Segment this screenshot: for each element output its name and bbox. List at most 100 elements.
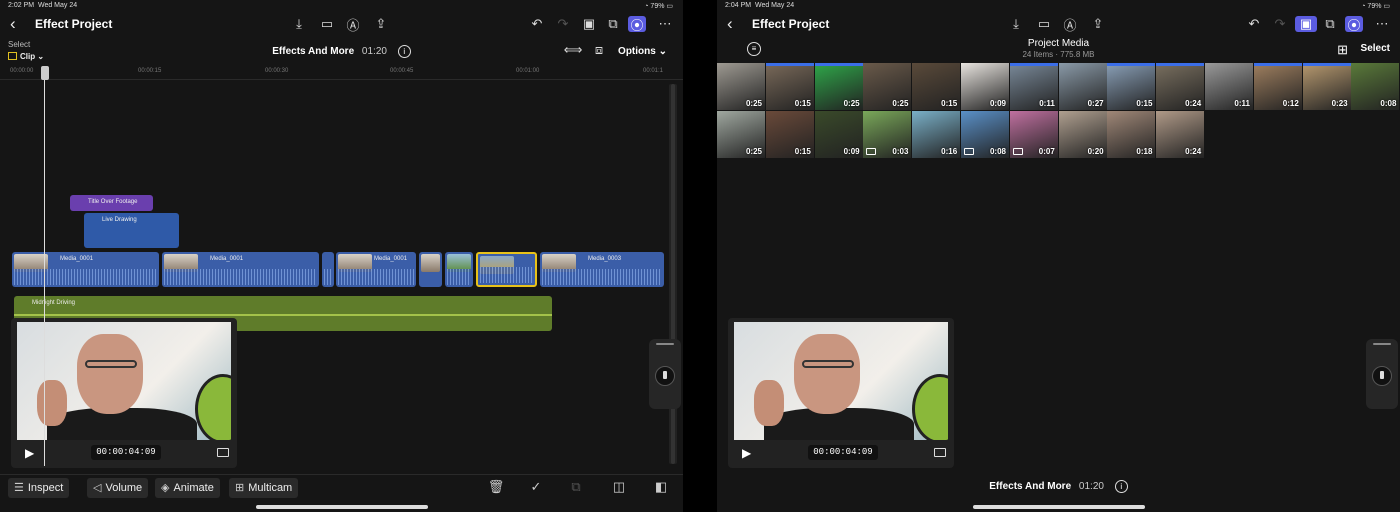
pip-icon[interactable]	[217, 448, 229, 457]
import-icon[interactable]: ⤓	[1007, 16, 1025, 32]
back-chevron-icon[interactable]: ‹	[727, 15, 733, 33]
volume-button[interactable]: ◁ Volume	[87, 478, 149, 498]
media-thumbnail[interactable]: 0:16	[912, 111, 961, 158]
media-thumbnail[interactable]: 0:24	[1156, 63, 1205, 110]
media-thumbnail[interactable]: 0:20	[1058, 111, 1107, 158]
used-in-project-bar	[814, 63, 863, 66]
back-chevron-icon[interactable]: ‹	[10, 15, 16, 33]
ruler-tick: 00:01:00	[516, 68, 540, 74]
media-browser-screen: 2:04 PM Wed May 24 ◔ 79% ▭ ‹ Effect Proj…	[717, 0, 1400, 512]
camera-icon[interactable]: ▭	[1035, 16, 1053, 32]
select-button[interactable]: Select	[1361, 43, 1390, 54]
media-thumbnail[interactable]: 0:08	[1351, 63, 1400, 110]
media-thumbnail[interactable]: 0:08	[961, 111, 1009, 158]
options-button[interactable]: Options ⌄	[618, 46, 667, 57]
redo-icon[interactable]: ↷	[554, 16, 572, 32]
multicam-button[interactable]: ⊞ Multicam	[229, 478, 299, 498]
import-icon[interactable]: ⤓	[290, 16, 308, 32]
video-camera-icon	[866, 148, 877, 155]
split-view-divider	[683, 0, 717, 512]
play-icon[interactable]: ▶	[742, 446, 751, 460]
video-clip[interactable]	[445, 252, 473, 287]
used-in-project-bar	[1009, 63, 1058, 66]
info-icon[interactable]: i	[397, 45, 411, 58]
camera-icon[interactable]: ▭	[318, 16, 336, 32]
zoom-control[interactable]	[1366, 339, 1398, 409]
trim-icon[interactable]: ◧	[652, 479, 670, 495]
media-duration: 0:24	[1185, 147, 1202, 156]
media-thumbnail[interactable]: 0:18	[1107, 111, 1156, 158]
more-icon[interactable]: ⋯	[1373, 16, 1391, 32]
media-thumbnail[interactable]: 0:12	[1253, 63, 1302, 110]
video-clip[interactable]: Media_0001	[336, 252, 416, 287]
undo-icon[interactable]: ↶	[1245, 16, 1263, 32]
checkmark-icon[interactable]: ✓	[527, 479, 545, 495]
media-thumbnail[interactable]: 0:15	[765, 111, 814, 158]
status-time: 2:04 PM Wed May 24	[725, 2, 795, 9]
clip-appearance-icon[interactable]: ⧈	[590, 42, 608, 58]
pip-icon[interactable]	[934, 448, 946, 457]
trash-icon[interactable]: 🗑	[487, 479, 505, 495]
media-thumbnail[interactable]: 0:09	[961, 63, 1009, 110]
video-clip[interactable]: Media_0003	[540, 252, 664, 287]
title-clip[interactable]: Title Over Footage	[70, 195, 153, 211]
split-icon[interactable]: ⧉	[567, 479, 585, 495]
undo-icon[interactable]: ↶	[528, 16, 546, 32]
zoom-control[interactable]	[649, 339, 681, 409]
share-icon[interactable]: ⇪	[1089, 16, 1107, 32]
photo-browser-icon[interactable]: ▣	[580, 16, 598, 32]
video-clip[interactable]	[322, 252, 334, 287]
voiceover-icon[interactable]: Ⓐ	[1061, 16, 1079, 33]
ruler-tick: 00:00:45	[390, 68, 414, 74]
selected-video-clip[interactable]	[476, 252, 537, 287]
share-icon[interactable]: ⇪	[372, 16, 390, 32]
project-title: Effect Project	[35, 17, 113, 31]
media-duration: 0:15	[941, 99, 958, 108]
video-clip[interactable]: Media_0001	[162, 252, 319, 287]
media-thumbnail[interactable]: 0:25	[863, 63, 912, 110]
media-thumbnail[interactable]: 0:25	[717, 63, 765, 110]
info-icon[interactable]: i	[1114, 480, 1128, 493]
zoom-knob-icon[interactable]	[655, 366, 675, 386]
media-thumbnail[interactable]: 0:25	[717, 111, 765, 158]
home-indicator	[255, 505, 428, 509]
media-thumbnail[interactable]: 0:11	[1009, 63, 1058, 110]
redo-icon[interactable]: ↷	[1271, 16, 1289, 32]
media-thumbnail[interactable]: 0:25	[814, 63, 863, 110]
playhead-handle[interactable]	[41, 66, 49, 80]
playhead[interactable]	[44, 66, 45, 466]
play-icon[interactable]: ▶	[25, 446, 34, 460]
snapping-icon[interactable]: ⟺	[564, 42, 583, 58]
zoom-knob-icon[interactable]	[1372, 366, 1392, 386]
timeline-ruler[interactable]: 00:00:00 00:00:15 00:00:30 00:00:45 00:0…	[0, 66, 683, 80]
ruler-tick: 00:00:00	[10, 68, 34, 74]
photo-browser-icon[interactable]: ▣	[1295, 16, 1317, 32]
detach-icon[interactable]: ◫	[610, 479, 628, 495]
browser-subtitle: 24 Items · 775.8 MB	[1022, 50, 1095, 59]
video-clip[interactable]: Media_0001	[12, 252, 159, 287]
video-clip[interactable]	[419, 252, 442, 287]
media-thumbnail[interactable]: 0:15	[765, 63, 814, 110]
more-icon[interactable]: ⋯	[656, 16, 674, 32]
effects-browser-icon[interactable]: ⧉	[1321, 16, 1339, 32]
media-thumbnail[interactable]: 0:03	[863, 111, 912, 158]
voiceover-icon[interactable]: Ⓐ	[344, 16, 362, 33]
inspector-toggle-icon[interactable]: ⦿	[1345, 16, 1363, 33]
media-thumbnail[interactable]: 0:11	[1205, 63, 1253, 110]
effects-browser-icon[interactable]: ⧉	[604, 16, 622, 32]
timeline-screen: 2:02 PM Wed May 24 ◔ 79% ▭ ‹ Effect Proj…	[0, 0, 683, 512]
video-viewer[interactable]: ▶ 00:00:04:09	[728, 318, 954, 468]
media-thumbnail[interactable]: 0:07	[1009, 111, 1058, 158]
media-thumbnail[interactable]: 0:15	[912, 63, 961, 110]
animate-button[interactable]: ◈ Animate	[155, 478, 220, 498]
drawing-clip[interactable]: Live Drawing	[84, 213, 179, 248]
media-thumbnail[interactable]: 0:15	[1107, 63, 1156, 110]
media-thumbnail[interactable]: 0:09	[814, 111, 863, 158]
media-thumbnail[interactable]: 0:27	[1058, 63, 1107, 110]
media-thumbnail[interactable]: 0:24	[1156, 111, 1205, 158]
grid-icon: ⊞	[235, 482, 245, 494]
inspector-toggle-icon[interactable]: ⦿	[628, 16, 646, 33]
inspect-button[interactable]: ☰ Inspect	[8, 478, 70, 498]
media-thumbnail[interactable]: 0:23	[1302, 63, 1351, 110]
grid-view-icon[interactable]: ⊞	[1337, 42, 1348, 58]
